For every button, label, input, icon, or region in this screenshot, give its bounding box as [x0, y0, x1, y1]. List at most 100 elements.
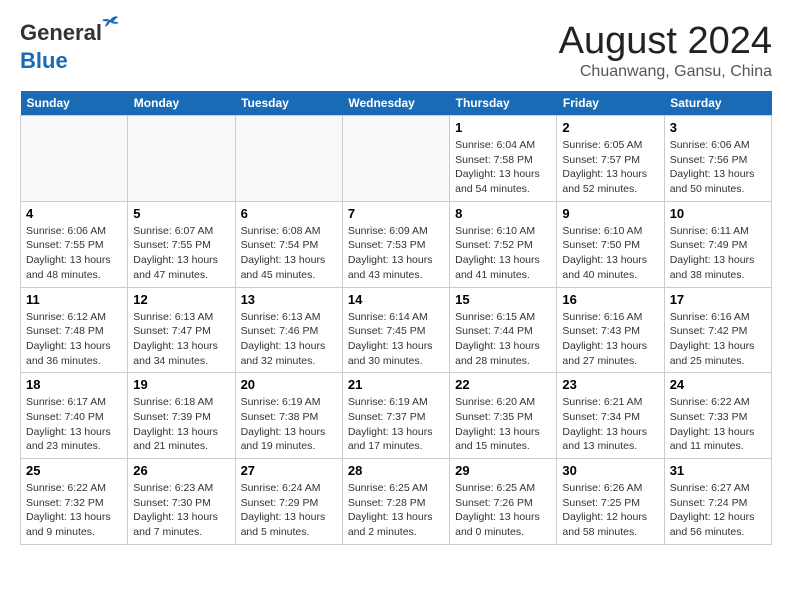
day-number: 20 [241, 377, 337, 392]
calendar-cell: 8Sunrise: 6:10 AM Sunset: 7:52 PM Daylig… [450, 201, 557, 287]
calendar-cell [21, 116, 128, 202]
weekday-header-thursday: Thursday [450, 91, 557, 116]
day-info: Sunrise: 6:19 AM Sunset: 7:37 PM Dayligh… [348, 395, 444, 454]
day-number: 5 [133, 206, 229, 221]
calendar-cell: 20 Sunrise: 6:19 AM Sunset: 7:38 PM Dayli… [235, 373, 342, 459]
calendar-cell [128, 116, 235, 202]
calendar-cell: 10 Sunrise: 6:11 AM Sunset: 7:49 PM Dayli… [664, 201, 771, 287]
day-number: 12 [133, 292, 229, 307]
weekday-header-tuesday: Tuesday [235, 91, 342, 116]
calendar-cell [235, 116, 342, 202]
weekday-header-saturday: Saturday [664, 91, 771, 116]
weekday-header-monday: Monday [128, 91, 235, 116]
day-number: 27 [241, 463, 337, 478]
calendar-cell: 28 Sunrise: 6:25 AM Sunset: 7:28 PM Dayli… [342, 459, 449, 545]
day-number: 28 [348, 463, 444, 478]
day-info: Sunrise: 6:19 AM Sunset: 7:38 PM Dayligh… [241, 395, 337, 454]
day-number: 3 [670, 120, 766, 135]
day-info: Sunrise: 6:11 AM Sunset: 7:49 PM Dayligh… [670, 224, 766, 283]
calendar-cell: 25 Sunrise: 6:22 AM Sunset: 7:32 PM Dayli… [21, 459, 128, 545]
calendar-cell: 14 Sunrise: 6:14 AM Sunset: 7:45 PM Dayli… [342, 287, 449, 373]
month-year-title: August 2024 [559, 20, 772, 63]
day-info: Sunrise: 6:06 AM Sunset: 7:55 PM Dayligh… [26, 224, 122, 283]
day-info: Sunrise: 6:15 AM Sunset: 7:44 PM Dayligh… [455, 310, 551, 369]
calendar-cell: 23 Sunrise: 6:21 AM Sunset: 7:34 PM Dayli… [557, 373, 664, 459]
calendar-cell: 13Sunrise: 6:13 AM Sunset: 7:46 PM Dayli… [235, 287, 342, 373]
day-number: 22 [455, 377, 551, 392]
day-info: Sunrise: 6:13 AM Sunset: 7:47 PM Dayligh… [133, 310, 229, 369]
day-info: Sunrise: 6:16 AM Sunset: 7:42 PM Dayligh… [670, 310, 766, 369]
calendar-cell: 11 Sunrise: 6:12 AM Sunset: 7:48 PM Dayli… [21, 287, 128, 373]
day-info: Sunrise: 6:22 AM Sunset: 7:32 PM Dayligh… [26, 481, 122, 540]
location-subtitle: Chuanwang, Gansu, China [559, 63, 772, 81]
day-number: 19 [133, 377, 229, 392]
day-info: Sunrise: 6:06 AM Sunset: 7:56 PM Dayligh… [670, 138, 766, 197]
calendar-cell: 7 Sunrise: 6:09 AM Sunset: 7:53 PM Daylig… [342, 201, 449, 287]
day-info: Sunrise: 6:09 AM Sunset: 7:53 PM Dayligh… [348, 224, 444, 283]
day-number: 11 [26, 292, 122, 307]
day-number: 15 [455, 292, 551, 307]
calendar-week-row: 11 Sunrise: 6:12 AM Sunset: 7:48 PM Dayli… [21, 287, 772, 373]
day-info: Sunrise: 6:26 AM Sunset: 7:25 PM Dayligh… [562, 481, 658, 540]
calendar-cell: 26 Sunrise: 6:23 AM Sunset: 7:30 PM Dayli… [128, 459, 235, 545]
calendar-cell: 2Sunrise: 6:05 AM Sunset: 7:57 PM Daylig… [557, 116, 664, 202]
day-number: 26 [133, 463, 229, 478]
calendar-week-row: 4 Sunrise: 6:06 AM Sunset: 7:55 PM Daylig… [21, 201, 772, 287]
calendar-cell: 9 Sunrise: 6:10 AM Sunset: 7:50 PM Daylig… [557, 201, 664, 287]
day-info: Sunrise: 6:24 AM Sunset: 7:29 PM Dayligh… [241, 481, 337, 540]
calendar-cell: 19Sunrise: 6:18 AM Sunset: 7:39 PM Dayli… [128, 373, 235, 459]
calendar-cell: 16 Sunrise: 6:16 AM Sunset: 7:43 PM Dayli… [557, 287, 664, 373]
day-info: Sunrise: 6:04 AM Sunset: 7:58 PM Dayligh… [455, 138, 551, 197]
day-info: Sunrise: 6:05 AM Sunset: 7:57 PM Dayligh… [562, 138, 658, 197]
day-number: 21 [348, 377, 444, 392]
day-number: 10 [670, 206, 766, 221]
day-info: Sunrise: 6:07 AM Sunset: 7:55 PM Dayligh… [133, 224, 229, 283]
day-number: 24 [670, 377, 766, 392]
calendar-cell: 12 Sunrise: 6:13 AM Sunset: 7:47 PM Dayli… [128, 287, 235, 373]
day-number: 23 [562, 377, 658, 392]
logo-text-general: General [20, 20, 102, 45]
weekday-header-sunday: Sunday [21, 91, 128, 116]
calendar-cell: 31 Sunrise: 6:27 AM Sunset: 7:24 PM Dayli… [664, 459, 771, 545]
day-number: 16 [562, 292, 658, 307]
page-header: General Blue August 2024 Chuanwang, Gans… [20, 20, 772, 81]
calendar-cell [342, 116, 449, 202]
day-number: 9 [562, 206, 658, 221]
calendar-week-row: 1 Sunrise: 6:04 AM Sunset: 7:58 PM Daylig… [21, 116, 772, 202]
day-info: Sunrise: 6:20 AM Sunset: 7:35 PM Dayligh… [455, 395, 551, 454]
day-info: Sunrise: 6:23 AM Sunset: 7:30 PM Dayligh… [133, 481, 229, 540]
weekday-header-wednesday: Wednesday [342, 91, 449, 116]
calendar-body: 1 Sunrise: 6:04 AM Sunset: 7:58 PM Daylig… [21, 116, 772, 545]
day-number: 14 [348, 292, 444, 307]
weekday-header-friday: Friday [557, 91, 664, 116]
day-info: Sunrise: 6:21 AM Sunset: 7:34 PM Dayligh… [562, 395, 658, 454]
day-info: Sunrise: 6:16 AM Sunset: 7:43 PM Dayligh… [562, 310, 658, 369]
day-number: 13 [241, 292, 337, 307]
day-number: 18 [26, 377, 122, 392]
day-info: Sunrise: 6:25 AM Sunset: 7:28 PM Dayligh… [348, 481, 444, 540]
calendar-header-row: SundayMondayTuesdayWednesdayThursdayFrid… [21, 91, 772, 116]
calendar-cell: 30 Sunrise: 6:26 AM Sunset: 7:25 PM Dayli… [557, 459, 664, 545]
day-number: 7 [348, 206, 444, 221]
day-number: 25 [26, 463, 122, 478]
day-number: 17 [670, 292, 766, 307]
day-info: Sunrise: 6:17 AM Sunset: 7:40 PM Dayligh… [26, 395, 122, 454]
calendar-week-row: 18 Sunrise: 6:17 AM Sunset: 7:40 PM Dayli… [21, 373, 772, 459]
day-number: 8 [455, 206, 551, 221]
calendar-cell: 4 Sunrise: 6:06 AM Sunset: 7:55 PM Daylig… [21, 201, 128, 287]
calendar-cell: 3 Sunrise: 6:06 AM Sunset: 7:56 PM Daylig… [664, 116, 771, 202]
day-number: 30 [562, 463, 658, 478]
calendar-cell: 17 Sunrise: 6:16 AM Sunset: 7:42 PM Dayli… [664, 287, 771, 373]
day-info: Sunrise: 6:14 AM Sunset: 7:45 PM Dayligh… [348, 310, 444, 369]
day-number: 31 [670, 463, 766, 478]
day-number: 1 [455, 120, 551, 135]
calendar-cell: 24Sunrise: 6:22 AM Sunset: 7:33 PM Dayli… [664, 373, 771, 459]
calendar-cell: 22 Sunrise: 6:20 AM Sunset: 7:35 PM Dayli… [450, 373, 557, 459]
day-info: Sunrise: 6:10 AM Sunset: 7:50 PM Dayligh… [562, 224, 658, 283]
calendar-cell: 5 Sunrise: 6:07 AM Sunset: 7:55 PM Daylig… [128, 201, 235, 287]
day-number: 4 [26, 206, 122, 221]
day-info: Sunrise: 6:12 AM Sunset: 7:48 PM Dayligh… [26, 310, 122, 369]
calendar-cell: 15 Sunrise: 6:15 AM Sunset: 7:44 PM Dayli… [450, 287, 557, 373]
day-info: Sunrise: 6:27 AM Sunset: 7:24 PM Dayligh… [670, 481, 766, 540]
calendar-cell: 6Sunrise: 6:08 AM Sunset: 7:54 PM Daylig… [235, 201, 342, 287]
